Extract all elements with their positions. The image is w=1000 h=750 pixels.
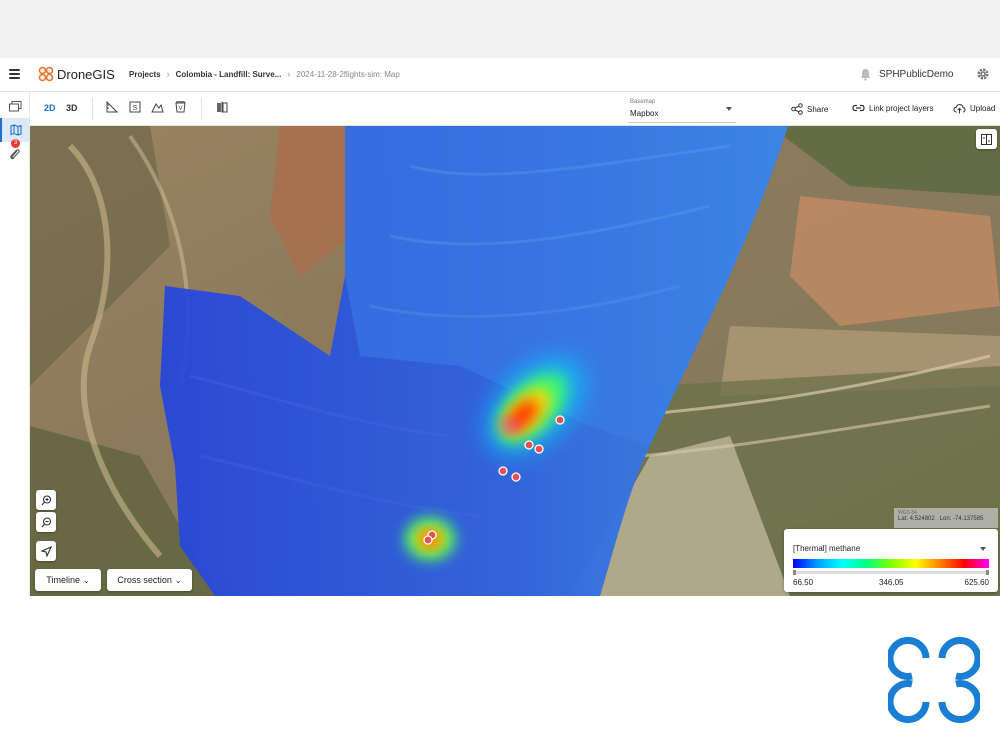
range-max-handle[interactable]: [986, 570, 989, 575]
elevation-profile-icon[interactable]: [151, 101, 164, 113]
breadcrumb-map: 2024-11-28-2flights-sim: Map: [296, 69, 400, 79]
dronegis-logo-icon: [38, 66, 54, 82]
cloud-upload-icon: [953, 103, 966, 114]
zoom-in-button[interactable]: [36, 490, 56, 510]
legend-layer-title: [Thermal] methane: [793, 544, 861, 553]
cross-section-label: Cross section: [117, 575, 172, 585]
navigation-arrow-icon: [40, 545, 52, 557]
legend-max-value: 625.60: [964, 578, 989, 587]
legend-color-ramp: [793, 559, 989, 568]
app-logo[interactable]: DroneGIS: [38, 66, 115, 82]
zoom-in-icon: [41, 494, 51, 505]
toolbar-divider: [201, 98, 202, 120]
app-name: DroneGIS: [57, 66, 115, 82]
outer-backdrop: [0, 0, 1000, 58]
map-canvas[interactable]: Timeline ⌄ Cross section ⌄ WGS 84 Lat: 4…: [30, 126, 1000, 596]
basemap-value: Mapbox: [630, 109, 659, 118]
cursor-coordinates: WGS 84 Lat: 4.524802 Lon: -74.137585: [894, 508, 998, 528]
link-project-layers-button[interactable]: Link project layers: [852, 103, 933, 113]
menu-icon[interactable]: [9, 69, 20, 79]
link-icon: [852, 104, 865, 112]
brand-watermark-logo: [888, 636, 980, 724]
gear-icon[interactable]: [976, 67, 990, 81]
breadcrumb-project[interactable]: Colombia - Landfill: Surve...: [176, 70, 282, 79]
link-project-layers-label: Link project layers: [869, 103, 934, 113]
mode-2d-button[interactable]: 2D: [44, 103, 56, 113]
upload-button[interactable]: Upload: [953, 103, 995, 114]
legend-min-value: 66.50: [793, 578, 814, 587]
split-view-button[interactable]: [976, 129, 997, 149]
caret-down-icon: [726, 107, 732, 111]
compare-icon[interactable]: [216, 101, 228, 113]
split-view-icon: [981, 133, 992, 145]
cross-section-dropdown[interactable]: Cross section ⌄: [107, 569, 192, 591]
legend-mid-value: 346.05: [879, 578, 904, 587]
legend-range-slider[interactable]: [793, 570, 989, 575]
map-imagery: [30, 126, 1000, 596]
drone-gis-app: DroneGIS Projects › Colombia - Landfill:…: [0, 58, 1000, 596]
chevron-right-icon: ›: [287, 69, 291, 79]
share-button[interactable]: Share: [791, 103, 828, 115]
gallery-icon: [8, 100, 21, 111]
app-header: DroneGIS Projects › Colombia - Landfill:…: [0, 58, 1000, 92]
breadcrumb-projects[interactable]: Projects: [129, 70, 161, 79]
longitude-readout: Lon: -74.137585: [939, 516, 984, 522]
rail-item-attachments[interactable]: 3: [0, 139, 30, 166]
timeline-label: Timeline: [46, 575, 80, 585]
map-toolbar: 2D 3D S V Basemap Mapbox Share Link proj…: [30, 92, 1000, 126]
upload-label: Upload: [970, 104, 996, 113]
map-icon: [10, 124, 22, 136]
toolbar-divider: [92, 98, 93, 120]
chevron-down-icon: ⌄: [174, 575, 182, 585]
range-min-handle[interactable]: [793, 570, 796, 575]
left-rail: 3: [0, 92, 30, 596]
attachments-count-badge: 3: [11, 139, 20, 148]
share-icon: [791, 103, 803, 115]
basemap-select[interactable]: Basemap Mapbox: [628, 97, 736, 123]
share-label: Share: [807, 104, 829, 114]
legend-layer-dropdown[interactable]: [980, 547, 986, 551]
zoom-out-button[interactable]: [36, 512, 56, 532]
locate-button[interactable]: [36, 541, 56, 561]
chevron-down-icon: ⌄: [82, 575, 90, 585]
svg-text:S: S: [133, 105, 138, 112]
bell-icon[interactable]: [860, 68, 871, 81]
rail-item-gallery[interactable]: [0, 94, 30, 118]
measure-distance-icon[interactable]: [106, 101, 118, 113]
breadcrumb: Projects › Colombia - Landfill: Surve...…: [129, 69, 400, 79]
volume-icon[interactable]: V: [175, 101, 186, 113]
paperclip-icon: [10, 148, 20, 159]
chevron-right-icon: ›: [166, 69, 170, 79]
user-name[interactable]: SPHPublicDemo: [879, 69, 953, 80]
zoom-out-icon: [41, 516, 51, 527]
basemap-label: Basemap: [630, 99, 656, 105]
latitude-readout: Lat: 4.524802: [898, 516, 935, 522]
svg-text:V: V: [178, 106, 182, 112]
layer-legend: [Thermal] methane 66.50 346.05 625.60: [784, 529, 998, 592]
measure-area-icon[interactable]: S: [129, 101, 141, 113]
timeline-dropdown[interactable]: Timeline ⌄: [35, 569, 101, 591]
mode-3d-button[interactable]: 3D: [66, 103, 78, 113]
